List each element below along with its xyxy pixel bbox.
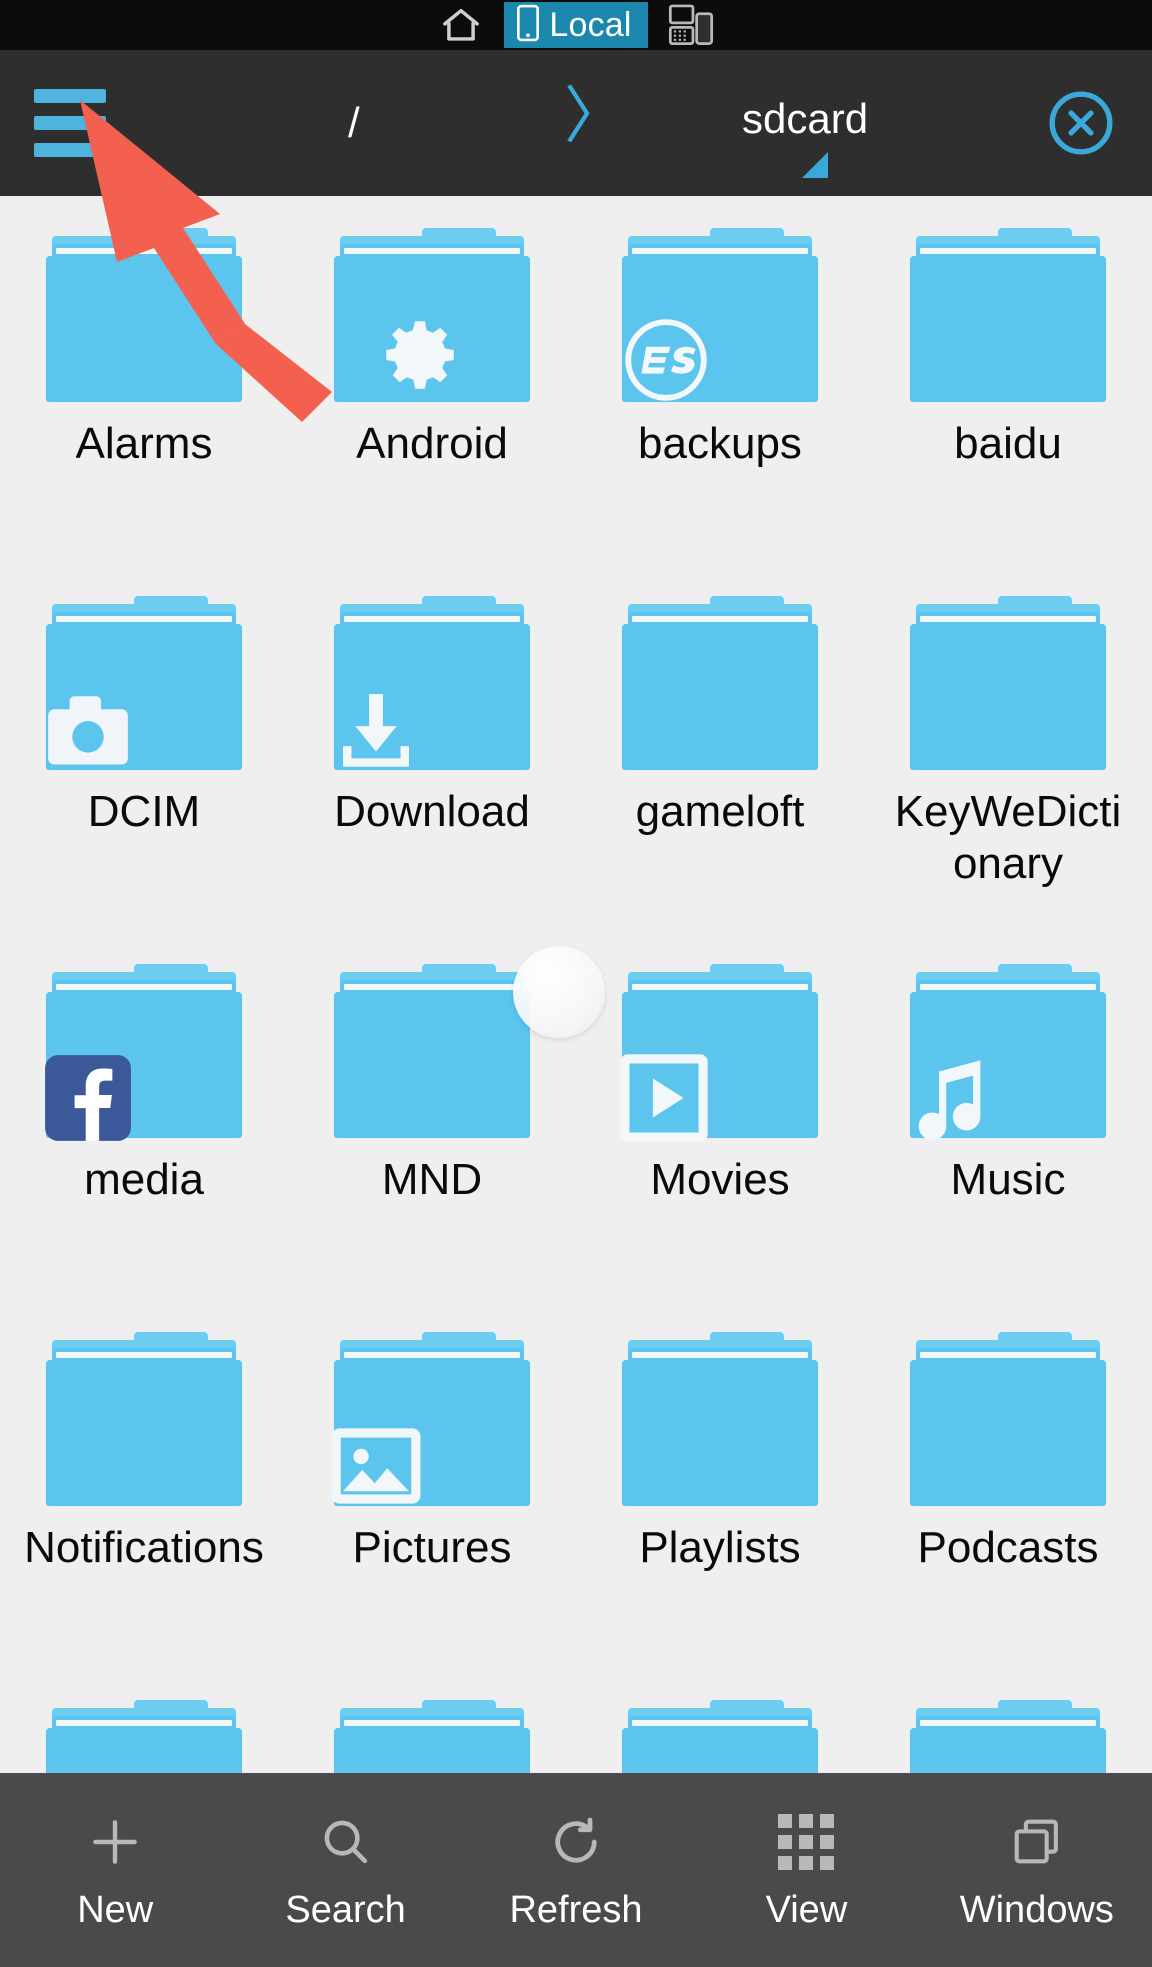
- grid-icon: [778, 1811, 835, 1873]
- folder-keywedictionary[interactable]: KeyWeDictionary: [864, 564, 1152, 932]
- es-logo-icon: [620, 314, 712, 406]
- hamburger-bar: [34, 143, 106, 157]
- hamburger-bar: [34, 116, 106, 130]
- folder-alarms[interactable]: Alarms: [0, 196, 288, 564]
- folder-gameloft[interactable]: gameloft: [576, 564, 864, 932]
- folder-android[interactable]: Android: [288, 196, 576, 564]
- folder-icon: [46, 220, 242, 402]
- toolbar-view-label: View: [765, 1889, 848, 1931]
- folder-label: Music: [950, 1155, 1066, 1204]
- tab-local[interactable]: Local: [504, 2, 648, 48]
- folder-icon: [620, 956, 818, 1142]
- folder-label: Pictures: [352, 1523, 512, 1572]
- folder-icon: [46, 588, 242, 770]
- home-icon[interactable]: [418, 0, 504, 50]
- folder-label: Alarms: [75, 419, 213, 468]
- breadcrumb: / 〉 sdcard: [130, 50, 1010, 196]
- folder-icon: [910, 956, 1106, 1141]
- breadcrumb-root[interactable]: /: [348, 102, 360, 144]
- folder-pictures[interactable]: Pictures: [288, 1300, 576, 1668]
- hamburger-bar: [34, 89, 106, 103]
- play-icon: [618, 1052, 710, 1144]
- toolbar-windows[interactable]: Windows: [922, 1773, 1152, 1967]
- folder-label: Movies: [650, 1155, 790, 1204]
- status-tab-bar: Local: [0, 0, 1152, 50]
- network-devices-icon[interactable]: [648, 0, 734, 50]
- folder-icon: [45, 956, 242, 1142]
- folder-icon: [334, 588, 530, 770]
- toolbar-new[interactable]: New: [0, 1773, 230, 1967]
- breadcrumb-separator-icon: 〉: [564, 82, 627, 151]
- folder-music[interactable]: Music: [864, 932, 1152, 1300]
- phone-icon: [516, 4, 540, 47]
- file-grid: Alarms Android backups baidu DCIM Downloa…: [0, 196, 1152, 1773]
- folder-label: Notifications: [24, 1523, 264, 1572]
- folder-icon: [622, 220, 818, 402]
- folder-label: Podcasts: [917, 1523, 1099, 1572]
- folder-icon: [622, 588, 818, 770]
- toolbar-windows-label: Windows: [959, 1889, 1114, 1931]
- path-bar: / 〉 sdcard: [0, 50, 1152, 196]
- bottom-toolbar: New Search Refresh View Windows: [0, 1773, 1152, 1967]
- image-icon: [330, 1420, 422, 1512]
- folder-label: DCIM: [87, 787, 201, 836]
- folder-row5-2[interactable]: [288, 1668, 576, 1773]
- folder-label: gameloft: [635, 787, 805, 836]
- toolbar-new-label: New: [77, 1889, 154, 1931]
- windows-icon: [1008, 1811, 1066, 1873]
- plus-icon: [84, 1811, 146, 1873]
- toolbar-refresh-label: Refresh: [509, 1889, 643, 1931]
- folder-playlists[interactable]: Playlists: [576, 1300, 864, 1668]
- folder-label: Download: [334, 787, 530, 836]
- folder-row5-3[interactable]: [576, 1668, 864, 1773]
- folder-icon: [910, 1692, 1106, 1773]
- folder-icon: [334, 220, 530, 402]
- folder-icon: [910, 588, 1106, 770]
- folder-icon: [334, 1692, 530, 1773]
- refresh-icon: [546, 1811, 606, 1873]
- folder-icon: [334, 956, 530, 1138]
- folder-movies[interactable]: Movies: [576, 932, 864, 1300]
- facebook-icon: [42, 1052, 134, 1144]
- folder-dcim[interactable]: DCIM: [0, 564, 288, 932]
- resize-triangle-icon: [802, 152, 828, 178]
- hamburger-menu-icon[interactable]: [0, 50, 130, 196]
- folder-icon: [46, 1324, 242, 1506]
- folder-label: baidu: [954, 419, 1062, 468]
- gear-icon: [374, 314, 466, 406]
- folder-notifications[interactable]: Notifications: [0, 1300, 288, 1668]
- folder-label: KeyWeDictionary: [894, 787, 1122, 888]
- folder-baidu[interactable]: baidu: [864, 196, 1152, 564]
- folder-label: Android: [356, 419, 508, 468]
- close-circle-icon[interactable]: [1010, 50, 1152, 196]
- folder-mnd[interactable]: MND: [288, 932, 576, 1300]
- folder-icon: [622, 1324, 818, 1506]
- folder-download[interactable]: Download: [288, 564, 576, 932]
- folder-backups[interactable]: backups: [576, 196, 864, 564]
- toolbar-refresh[interactable]: Refresh: [461, 1773, 691, 1967]
- tab-local-label: Local: [549, 6, 632, 44]
- folder-row5-4[interactable]: [864, 1668, 1152, 1773]
- breadcrumb-sdcard[interactable]: sdcard: [742, 98, 868, 140]
- folder-label: Playlists: [639, 1523, 801, 1572]
- search-icon: [317, 1811, 375, 1873]
- folder-podcasts[interactable]: Podcasts: [864, 1300, 1152, 1668]
- folder-label: backups: [638, 419, 802, 468]
- toolbar-search[interactable]: Search: [230, 1773, 460, 1967]
- download-icon: [330, 684, 422, 776]
- folder-icon: [622, 1692, 818, 1773]
- music-note-icon: [906, 1052, 998, 1144]
- folder-media[interactable]: media: [0, 932, 288, 1300]
- folder-icon: [331, 1324, 530, 1506]
- folder-icon: [910, 1324, 1106, 1506]
- es-file-explorer-screen: Local / 〉 sdcard Alarms Android backups …: [0, 0, 1152, 1967]
- folder-icon: [910, 220, 1106, 402]
- folder-icon: [46, 1692, 242, 1773]
- toolbar-search-label: Search: [285, 1889, 406, 1931]
- folder-label: media: [84, 1155, 204, 1204]
- folder-row5-1[interactable]: [0, 1668, 288, 1773]
- folder-label: MND: [381, 1155, 483, 1204]
- toolbar-view[interactable]: View: [691, 1773, 921, 1967]
- camera-icon: [42, 684, 134, 776]
